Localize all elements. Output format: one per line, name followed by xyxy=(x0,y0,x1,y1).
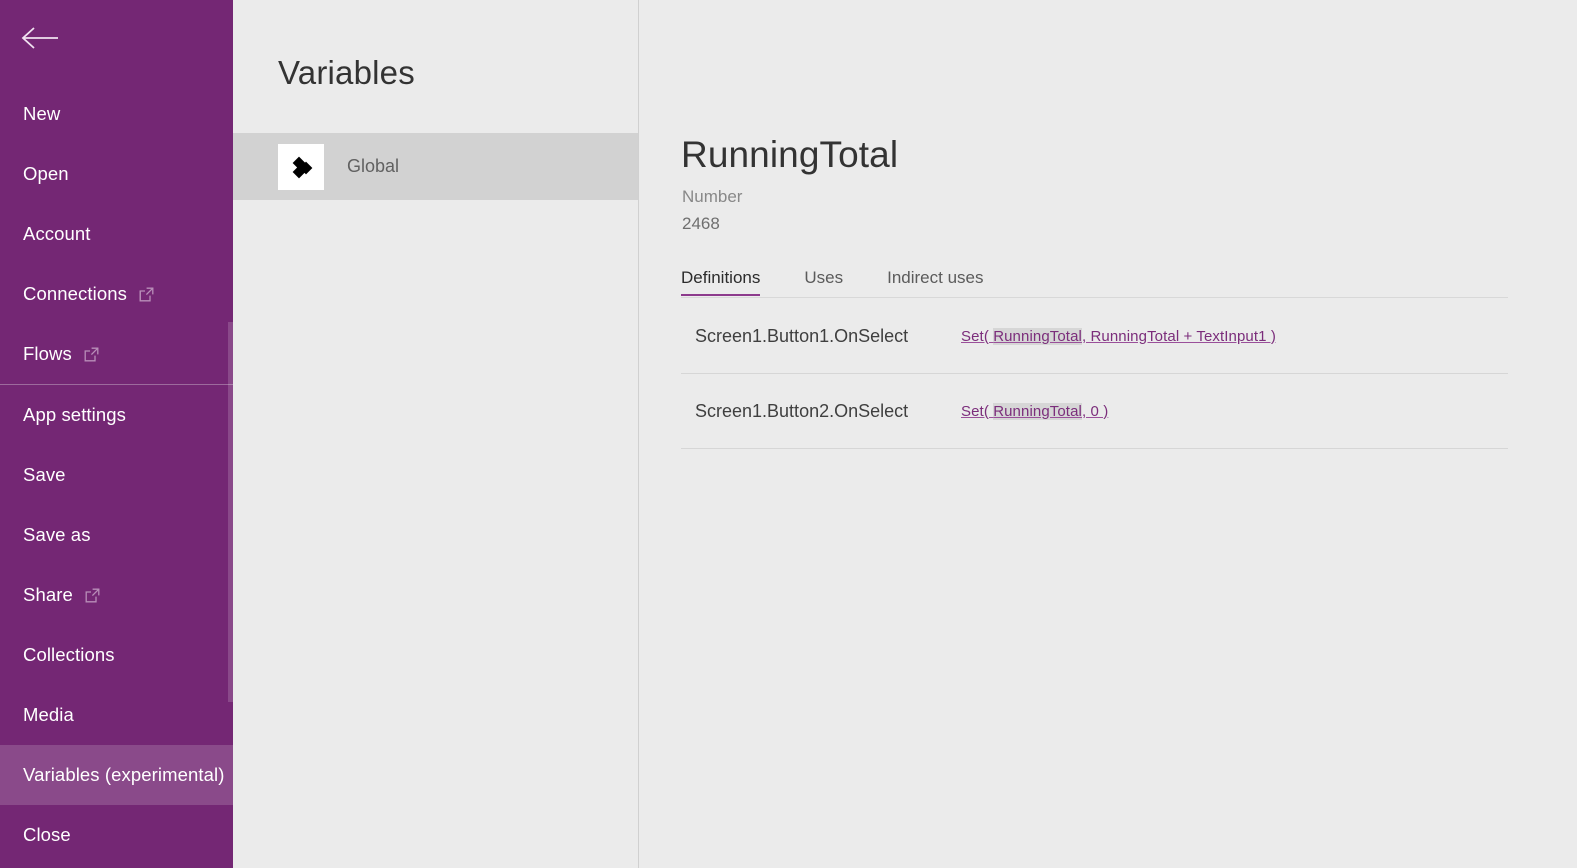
nav-item-label: Variables (experimental) xyxy=(23,764,225,785)
definition-source: Screen1.Button2.OnSelect xyxy=(695,400,909,421)
nav-item-media[interactable]: Media xyxy=(0,685,233,745)
variable-name: RunningTotal xyxy=(681,134,899,175)
nav-item-flows[interactable]: Flows xyxy=(0,324,233,384)
tab-definitions[interactable]: Definitions xyxy=(681,268,761,296)
nav-item-label: Collections xyxy=(23,644,115,665)
nav-item-new[interactable]: New xyxy=(0,84,233,144)
nav-item-share[interactable]: Share xyxy=(0,565,233,625)
nav-item-label: Flows xyxy=(23,343,72,364)
external-link-icon xyxy=(84,347,99,362)
tab-label: Indirect uses xyxy=(887,268,984,287)
external-link-icon xyxy=(139,287,154,302)
formula-suffix: , 0 ) xyxy=(1081,402,1109,420)
detail-tabs: Definitions Uses Indirect uses xyxy=(681,268,1508,298)
nav-item-list: New Open Account Connections Flows App s… xyxy=(0,84,233,865)
app-root: New Open Account Connections Flows App s… xyxy=(0,0,1577,868)
nav-item-collections[interactable]: Collections xyxy=(0,625,233,685)
definition-formula-link[interactable]: Set( RunningTotal, 0 ) xyxy=(961,402,1109,420)
variable-detail-panel: RunningTotal Number 2468 Definitions Use… xyxy=(639,0,1577,868)
variable-type: Number xyxy=(682,187,743,206)
tab-label: Uses xyxy=(804,268,844,287)
nav-item-label: Save xyxy=(23,464,66,485)
table-row: Screen1.Button2.OnSelect Set( RunningTot… xyxy=(681,374,1508,449)
list-item-global[interactable]: Global xyxy=(233,133,638,200)
nav-item-variables[interactable]: Variables (experimental) xyxy=(0,745,233,805)
nav-item-label: New xyxy=(23,103,61,124)
formula-suffix: , RunningTotal + TextInput1 ) xyxy=(1081,327,1276,345)
variable-value: 2468 xyxy=(682,214,720,233)
nav-item-save[interactable]: Save xyxy=(0,445,233,505)
back-arrow-icon xyxy=(20,25,60,51)
tab-label: Definitions xyxy=(681,268,761,287)
tab-uses[interactable]: Uses xyxy=(804,268,843,296)
formula-prefix: Set( xyxy=(961,402,994,420)
variable-scope-list: Global xyxy=(233,133,638,200)
nav-item-label: Save as xyxy=(23,524,91,545)
formula-prefix: Set( xyxy=(961,327,994,345)
nav-item-account[interactable]: Account xyxy=(0,204,233,264)
left-nav-rail: New Open Account Connections Flows App s… xyxy=(0,0,233,868)
nav-item-label: Share xyxy=(23,584,73,605)
formula-highlight: RunningTotal xyxy=(993,402,1082,420)
back-button[interactable] xyxy=(0,0,233,76)
tab-indirect-uses[interactable]: Indirect uses xyxy=(887,268,983,296)
nav-item-label: Account xyxy=(23,223,91,244)
nav-item-close[interactable]: Close xyxy=(0,805,233,865)
nav-item-app-settings[interactable]: App settings xyxy=(0,385,233,445)
nav-item-label: Media xyxy=(23,704,74,725)
nav-item-label: Open xyxy=(23,163,69,184)
external-link-icon xyxy=(85,588,100,603)
definitions-table: Screen1.Button1.OnSelect Set( RunningTot… xyxy=(681,299,1508,449)
nav-item-save-as[interactable]: Save as xyxy=(0,505,233,565)
diamonds-icon xyxy=(278,143,324,190)
variables-list-panel: Variables Global xyxy=(233,0,638,868)
page-title: Variables xyxy=(278,54,415,91)
formula-highlight: RunningTotal xyxy=(993,327,1082,345)
nav-item-label: App settings xyxy=(23,404,127,425)
table-row: Screen1.Button1.OnSelect Set( RunningTot… xyxy=(681,299,1508,374)
definition-formula-link[interactable]: Set( RunningTotal, RunningTotal + TextIn… xyxy=(961,327,1276,345)
definition-source: Screen1.Button1.OnSelect xyxy=(695,325,909,346)
nav-item-label: Close xyxy=(23,824,71,845)
nav-item-connections[interactable]: Connections xyxy=(0,264,233,324)
list-item-label: Global xyxy=(347,156,400,176)
nav-item-open[interactable]: Open xyxy=(0,144,233,204)
nav-item-label: Connections xyxy=(23,283,127,304)
